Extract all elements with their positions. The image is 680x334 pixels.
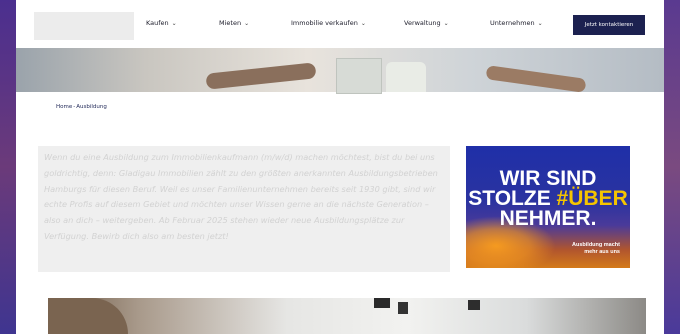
- breadcrumb-home-link[interactable]: Home: [56, 104, 72, 110]
- chevron-down-icon: ⌄: [443, 20, 449, 27]
- nav-item-unternehmen[interactable]: Unternehmen ⌄: [490, 19, 543, 27]
- banner-headline-line-3: NEHMER.: [499, 207, 597, 230]
- breadcrumb-separator: -: [73, 104, 76, 110]
- nav-item-kaufen[interactable]: Kaufen ⌄: [146, 19, 177, 27]
- promo-banner: WIR SIND STOLZE #ÜBER NEHMER. Ausbildung…: [466, 146, 630, 268]
- chevron-down-icon: ⌄: [537, 20, 543, 27]
- hero-object: [336, 58, 382, 94]
- intro-paragraph: Wenn du eine Ausbildung zum Immobilienka…: [44, 152, 438, 241]
- banner-subline-2: mehr aus uns: [584, 249, 620, 255]
- background-right-edge: [664, 0, 680, 334]
- contact-button[interactable]: Jetzt kontaktieren: [573, 15, 645, 35]
- photo-object-3: [468, 300, 480, 310]
- site-header: Kaufen ⌄ Mieten ⌄ Immobilie verkaufen ⌄ Ver…: [16, 0, 664, 48]
- banner-subline-1: Ausbildung macht: [572, 242, 620, 248]
- hero-image: [16, 48, 664, 94]
- breadcrumb-current: Ausbildung: [76, 104, 107, 110]
- intro-text-box: Wenn du eine Ausbildung zum Immobilienka…: [38, 146, 450, 272]
- nav-item-verwaltung[interactable]: Verwaltung ⌄: [404, 19, 449, 27]
- banner-headline-line-2: STOLZE #ÜBER: [466, 188, 630, 209]
- nav-item-immobilie-verkaufen[interactable]: Immobilie verkaufen ⌄: [291, 19, 366, 27]
- hero-plant: [386, 62, 426, 92]
- photo-person: [48, 298, 128, 334]
- chevron-down-icon: ⌄: [171, 20, 177, 27]
- banner-headline-line-1: WIR SIND: [499, 167, 597, 190]
- photo-object-1: [374, 298, 390, 308]
- nav-item-mieten[interactable]: Mieten ⌄: [219, 19, 249, 27]
- nav-item-label: Unternehmen: [490, 19, 535, 27]
- banner-subline: Ausbildung macht mehr aus uns: [572, 242, 620, 256]
- nav-item-label: Immobilie verkaufen: [291, 19, 358, 27]
- logo[interactable]: [34, 12, 134, 40]
- chevron-down-icon: ⌄: [244, 20, 250, 27]
- background-left-edge: [0, 0, 16, 334]
- hero-arm-left: [205, 62, 317, 90]
- office-photo: [48, 298, 646, 334]
- nav-item-label: Kaufen: [146, 19, 169, 27]
- hero-arm-right: [485, 65, 587, 93]
- nav-item-label: Verwaltung: [404, 19, 441, 27]
- nav-item-label: Mieten: [219, 19, 242, 27]
- photo-object-2: [398, 302, 408, 314]
- chevron-down-icon: ⌄: [360, 20, 366, 27]
- breadcrumb: Home-Ausbildung: [56, 104, 107, 110]
- page: Kaufen ⌄ Mieten ⌄ Immobilie verkaufen ⌄ Ver…: [16, 0, 664, 334]
